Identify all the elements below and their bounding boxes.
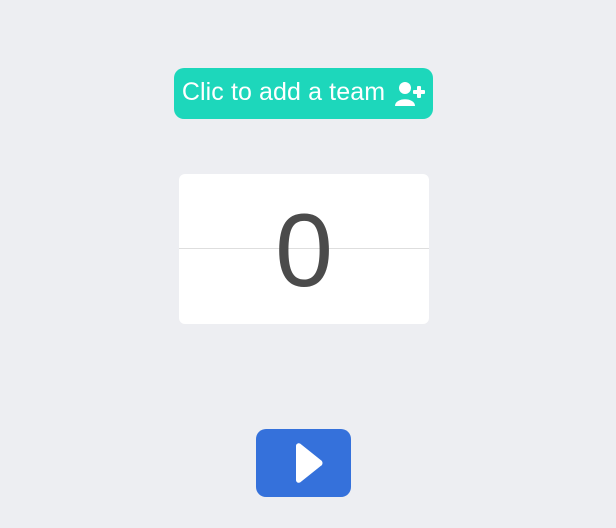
user-plus-icon — [393, 81, 426, 107]
score-value: 0 — [275, 193, 333, 309]
add-team-label: Clic to add a team — [181, 78, 386, 106]
play-button[interactable] — [256, 429, 351, 497]
play-icon — [286, 441, 326, 485]
score-card: 0 — [179, 174, 429, 324]
add-team-button[interactable]: Clic to add a team — [174, 68, 433, 119]
